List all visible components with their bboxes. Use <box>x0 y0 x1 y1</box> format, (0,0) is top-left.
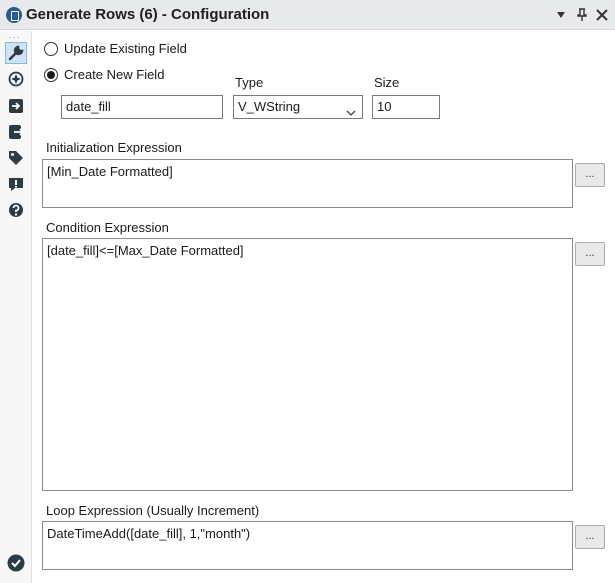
title-bar: Generate Rows (6) - Configuration <box>0 0 615 30</box>
output-arrow-icon[interactable] <box>5 121 27 143</box>
create-new-label[interactable]: Create New Field <box>64 67 164 82</box>
help-icon[interactable] <box>5 199 27 221</box>
loop-expression-label: Loop Expression (Usually Increment) <box>46 503 260 518</box>
type-select[interactable]: V_WString <box>233 95 363 119</box>
close-icon[interactable] <box>593 5 611 25</box>
caret-down-icon[interactable] <box>552 5 570 25</box>
init-expression-editor[interactable]: [Min_Date Formatted] <box>42 159 573 208</box>
pin-icon[interactable] <box>573 5 591 25</box>
chevron-down-icon <box>346 104 356 119</box>
wrench-icon[interactable] <box>5 42 27 64</box>
loop-expression-editor[interactable]: DateTimeAdd([date_fill], 1,"month") <box>42 521 573 570</box>
field-name-input[interactable]: date_fill <box>61 95 223 119</box>
condition-expression-ellipsis-button[interactable]: ... <box>575 242 605 266</box>
tag-icon[interactable] <box>5 147 27 169</box>
update-existing-label[interactable]: Update Existing Field <box>64 41 187 56</box>
generate-rows-tool-icon <box>6 7 22 23</box>
size-input[interactable]: 10 <box>372 95 440 119</box>
type-select-value: V_WString <box>238 99 301 114</box>
condition-expression-label: Condition Expression <box>46 220 169 235</box>
input-arrow-icon[interactable] <box>5 95 27 117</box>
checkmark-icon[interactable] <box>5 552 27 574</box>
comment-alert-icon[interactable] <box>5 173 27 195</box>
loop-expression-ellipsis-button[interactable]: ... <box>575 525 605 549</box>
condition-expression-editor[interactable]: [date_fill]<=[Max_Date Formatted] <box>42 238 573 491</box>
size-label: Size <box>374 75 400 90</box>
tool-sidebar: ··· <box>0 31 32 583</box>
compass-icon[interactable] <box>5 68 27 90</box>
init-expression-ellipsis-button[interactable]: ... <box>575 163 605 187</box>
update-existing-radio[interactable] <box>44 42 58 56</box>
type-label: Type <box>235 75 264 90</box>
window-title: Generate Rows (6) - Configuration <box>26 6 270 23</box>
init-expression-label: Initialization Expression <box>46 140 182 155</box>
create-new-radio[interactable] <box>44 68 58 82</box>
